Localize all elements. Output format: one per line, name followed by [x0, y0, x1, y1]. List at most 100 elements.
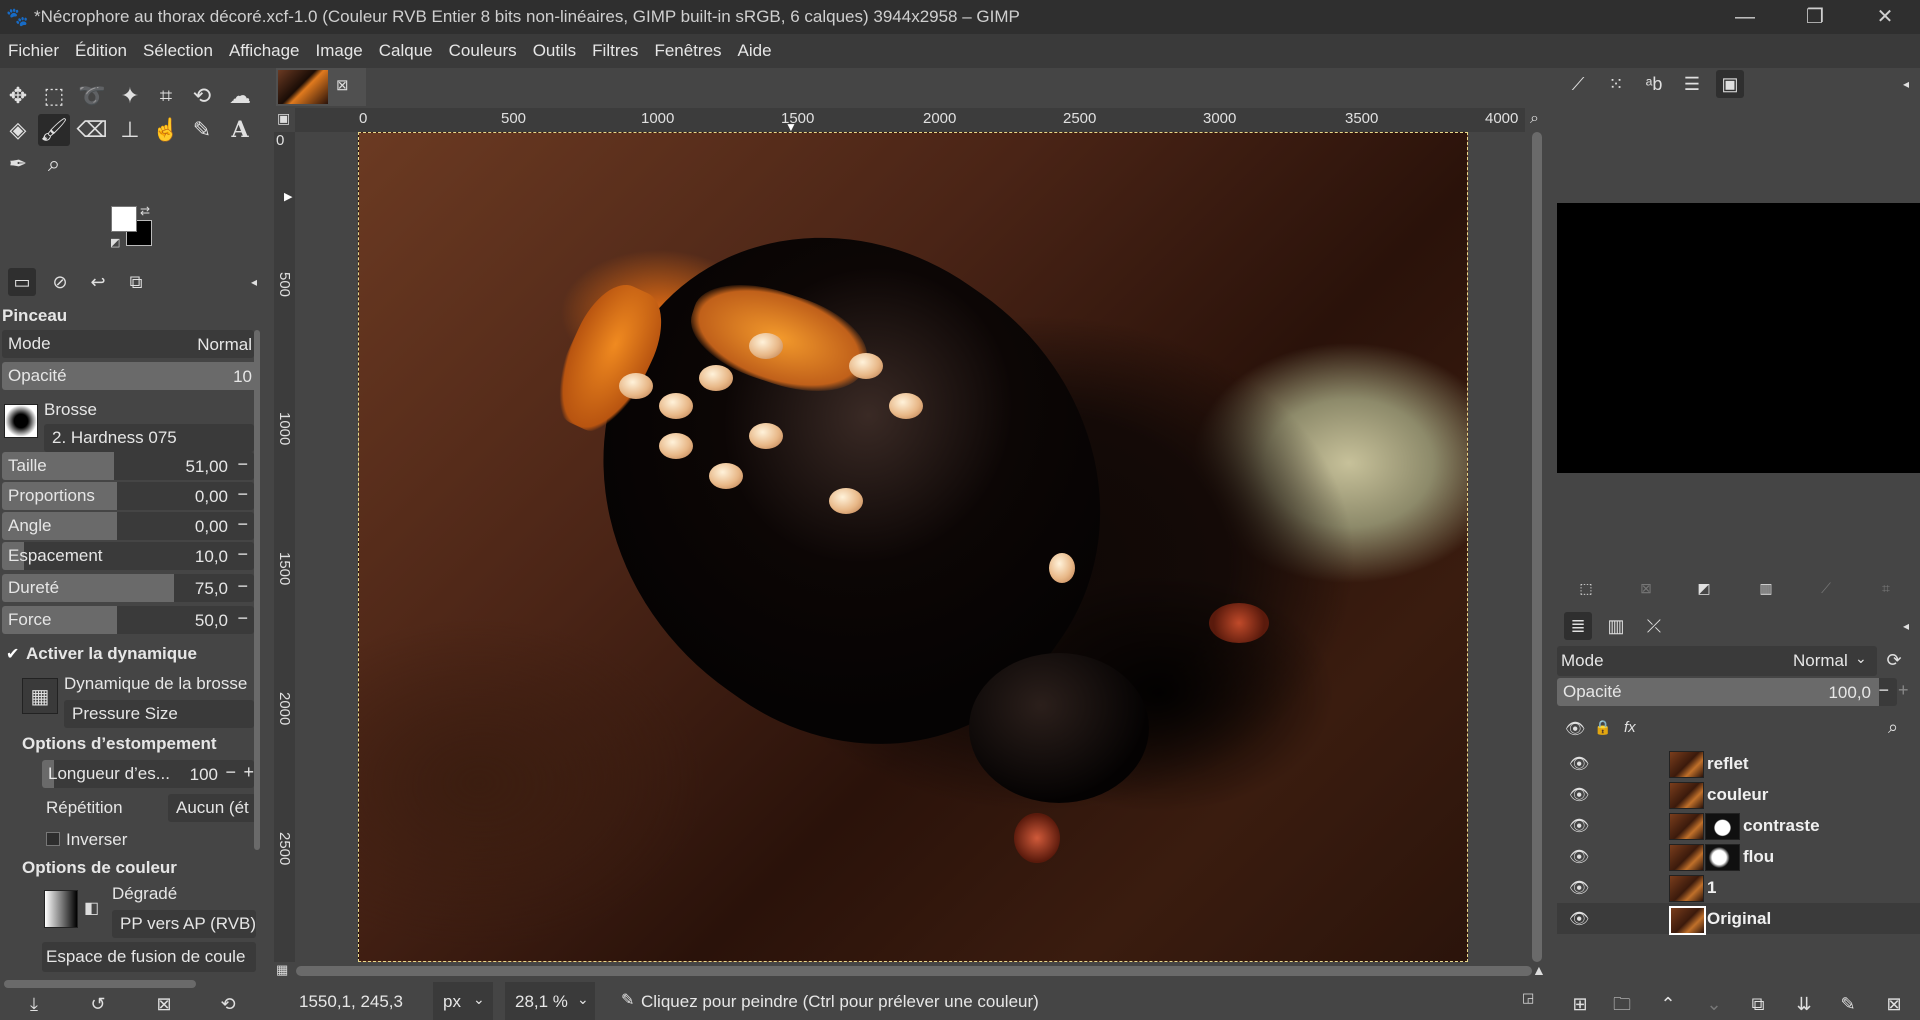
- layer-mode-select[interactable]: Mode Normal ⌄: [1557, 646, 1877, 676]
- unit-select[interactable]: px ⌄: [433, 982, 493, 1020]
- reverse-checkbox[interactable]: [46, 832, 60, 846]
- composite-mode-icon[interactable]: ⟳: [1880, 646, 1908, 674]
- opacity-slider[interactable]: Opacité 10: [2, 362, 254, 390]
- eye-icon[interactable]: 👁: [1569, 909, 1589, 929]
- rect-select-tool-icon[interactable]: ⬚: [38, 80, 70, 112]
- aspect-reset-icon[interactable]: −: [237, 484, 248, 505]
- aspect-slider[interactable]: Proportions 0,00 −: [2, 482, 254, 510]
- preview-delete-icon[interactable]: ⊠: [1632, 574, 1660, 602]
- preview-edit-icon[interactable]: ◩: [1690, 574, 1718, 602]
- eye-icon[interactable]: 👁: [1569, 785, 1589, 805]
- restore-options-icon[interactable]: ↺: [84, 990, 112, 1018]
- layer-search-icon[interactable]: ⌕: [1888, 717, 1898, 738]
- color-picker-tool-icon[interactable]: ✒: [2, 148, 34, 180]
- close-window-button[interactable]: ✕: [1850, 0, 1920, 34]
- angle-slider[interactable]: Angle 0,00 −: [2, 512, 254, 540]
- layer-opacity-slider[interactable]: Opacité 100,0 −: [1557, 678, 1897, 706]
- blend-space-field[interactable]: Espace de fusion de coule: [42, 942, 256, 972]
- layer-row[interactable]: 👁 1: [1557, 872, 1920, 903]
- preview-more-icon[interactable]: ⌗: [1872, 574, 1900, 602]
- minimize-button[interactable]: —: [1710, 0, 1780, 34]
- tool-options-tab-icon[interactable]: ▭: [8, 268, 36, 296]
- text-tool-icon[interactable]: A: [224, 114, 256, 146]
- fuzzy-select-tool-icon[interactable]: ✦: [114, 80, 146, 112]
- foreground-color-swatch[interactable]: [111, 206, 137, 232]
- status-corner-icon[interactable]: ◲: [1522, 990, 1534, 1006]
- force-slider[interactable]: Force 50,0 −: [2, 606, 254, 634]
- undo-history-tab-icon[interactable]: ↩: [84, 268, 112, 296]
- gradient-field[interactable]: PP vers AP (RVB): [112, 910, 256, 938]
- preview-action-icon[interactable]: ⬚: [1572, 574, 1600, 602]
- eye-icon[interactable]: 👁: [1569, 816, 1589, 836]
- image-canvas[interactable]: [358, 132, 1468, 962]
- fade-length-increase-icon[interactable]: +: [243, 762, 254, 783]
- smudge-tool-icon[interactable]: ☝: [150, 114, 182, 146]
- eye-icon[interactable]: 👁: [1569, 754, 1589, 774]
- menu-image[interactable]: Image: [308, 34, 371, 68]
- paths-tool-icon[interactable]: ✎: [186, 114, 218, 146]
- spacing-reset-icon[interactable]: −: [237, 544, 248, 565]
- lower-layer-icon[interactable]: ⌄: [1700, 990, 1728, 1018]
- hardness-slider[interactable]: Dureté 75,0 −: [2, 574, 254, 602]
- crop-tool-icon[interactable]: ⌗: [150, 80, 182, 112]
- menu-fichier[interactable]: Fichier: [0, 34, 67, 68]
- brush-preview[interactable]: [4, 404, 38, 438]
- patterns-tab-icon[interactable]: ⁙: [1602, 70, 1630, 98]
- right-dock-menu-icon[interactable]: ◂: [1892, 70, 1920, 98]
- dynamics-checkbox-icon[interactable]: ✔: [6, 644, 19, 664]
- duplicate-layer-icon[interactable]: ⧉: [1744, 990, 1772, 1018]
- images-tab-icon[interactable]: ⧉: [122, 268, 150, 296]
- save-options-icon[interactable]: ⤓: [20, 990, 48, 1018]
- delete-layer-icon[interactable]: ⊠: [1880, 990, 1908, 1018]
- menu-couleurs[interactable]: Couleurs: [441, 34, 525, 68]
- menu-outils[interactable]: Outils: [525, 34, 584, 68]
- menu-affichage[interactable]: Affichage: [221, 34, 308, 68]
- layer-row[interactable]: 👁 contraste: [1557, 810, 1920, 841]
- menu-aide[interactable]: Aide: [730, 34, 780, 68]
- images-list-tab-icon[interactable]: ▣: [1716, 70, 1744, 98]
- layer-row-selected[interactable]: 👁 Original: [1557, 903, 1920, 935]
- fonts-tab-icon[interactable]: ᵃb: [1640, 70, 1668, 98]
- move-tool-icon[interactable]: ✥: [2, 80, 34, 112]
- eye-icon[interactable]: 👁: [1569, 878, 1589, 898]
- bucket-fill-tool-icon[interactable]: ◈: [2, 114, 34, 146]
- size-reset-icon[interactable]: −: [237, 454, 248, 475]
- dock-menu-icon[interactable]: ◂: [240, 268, 268, 296]
- image-tab[interactable]: ⊠: [276, 68, 366, 106]
- layers-dock-menu-icon[interactable]: ◂: [1892, 612, 1920, 640]
- lasso-tool-icon[interactable]: ➰: [76, 80, 108, 112]
- new-layer-group-icon[interactable]: 🗀: [1608, 990, 1636, 1018]
- zoom-canvas-icon[interactable]: ⌕: [1530, 110, 1539, 128]
- lock-header-icon[interactable]: 🔒: [1594, 719, 1611, 736]
- delete-options-icon[interactable]: ⊠: [150, 990, 178, 1018]
- zoom-select[interactable]: 28,1 % ⌄: [505, 982, 595, 1020]
- layer-row[interactable]: 👁 flou: [1557, 841, 1920, 872]
- gradient-reverse-icon[interactable]: ◧: [84, 898, 99, 918]
- menu-filtres[interactable]: Filtres: [584, 34, 646, 68]
- layers-tab-icon[interactable]: ≣: [1564, 612, 1592, 640]
- zoom-tool-icon[interactable]: ⌕: [38, 148, 70, 180]
- eye-icon[interactable]: 👁: [1569, 847, 1589, 867]
- quick-mask-toggle-icon[interactable]: ▦: [276, 962, 288, 978]
- quick-mask-corner-icon[interactable]: ▣: [277, 110, 290, 127]
- warp-tool-icon[interactable]: ☁: [224, 80, 256, 112]
- paintbrush-tool-icon[interactable]: 🖌: [38, 114, 70, 146]
- effects-header-icon[interactable]: fx: [1624, 719, 1636, 736]
- canvas-horizontal-scrollbar[interactable]: [296, 966, 1532, 976]
- spacing-slider[interactable]: Espacement 10,0 −: [2, 542, 254, 570]
- channels-tab-icon[interactable]: ▥: [1602, 612, 1630, 640]
- restore-button[interactable]: ❐: [1780, 0, 1850, 34]
- dynamics-icon[interactable]: ▦: [22, 678, 58, 714]
- raise-layer-icon[interactable]: ⌃: [1654, 990, 1682, 1018]
- new-layer-icon[interactable]: ⊞: [1566, 990, 1594, 1018]
- tool-options-vscroll[interactable]: [254, 330, 260, 850]
- menu-edition[interactable]: Édition: [67, 34, 135, 68]
- menu-calque[interactable]: Calque: [371, 34, 441, 68]
- layer-opacity-decrease-icon[interactable]: −: [1878, 680, 1889, 701]
- gradient-preview[interactable]: [44, 890, 78, 928]
- brush-name-field[interactable]: 2. Hardness 075: [44, 424, 254, 452]
- tool-options-hscroll[interactable]: [4, 980, 196, 988]
- paths-tab-icon[interactable]: ⤫: [1640, 612, 1668, 640]
- layer-opacity-increase-icon[interactable]: +: [1898, 680, 1909, 701]
- preview-link-icon[interactable]: ⟋: [1812, 574, 1840, 602]
